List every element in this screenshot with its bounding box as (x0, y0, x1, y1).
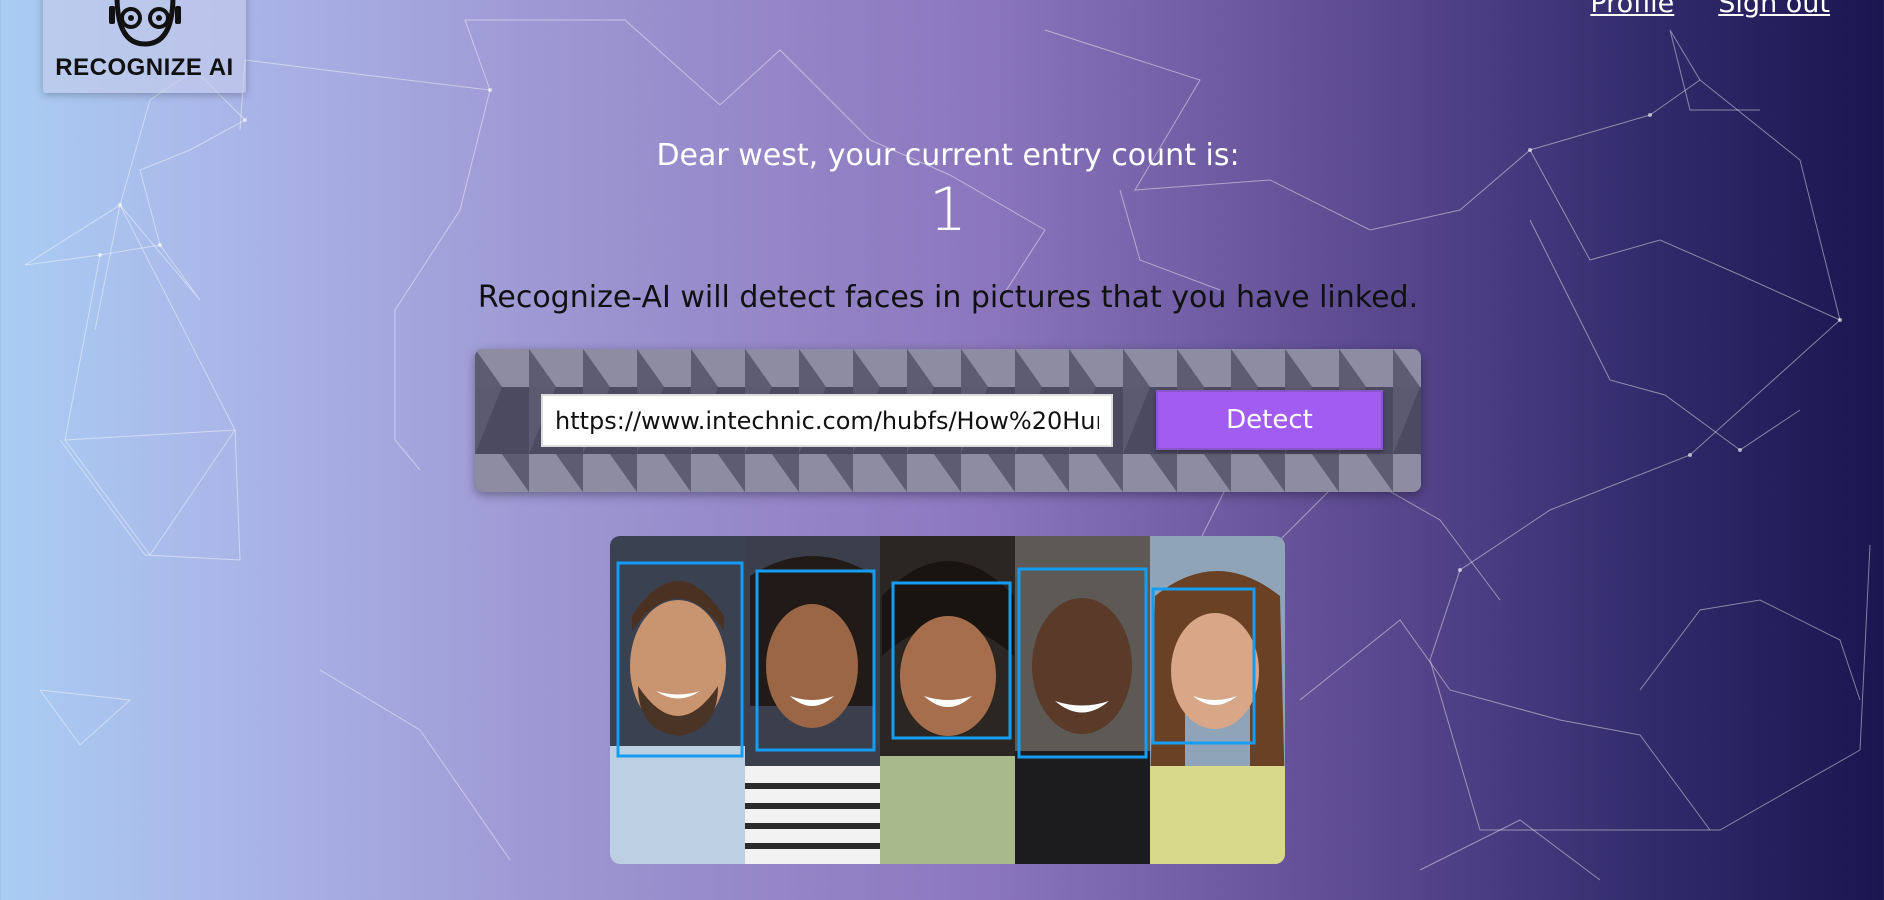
faces-photo (610, 536, 1285, 864)
robot-face-icon (108, 0, 181, 47)
greeting-text: Dear west, your current entry count is: (656, 138, 1240, 173)
detect-button[interactable]: Detect (1156, 390, 1383, 450)
description-text: Recognize-AI will detect faces in pictur… (477, 280, 1419, 315)
brand-logo[interactable]: RECOGNIZE AI (43, 0, 246, 93)
result-image (610, 536, 1285, 864)
sign-out-link[interactable]: Sign out (1718, 0, 1830, 19)
brand-name: RECOGNIZE AI (55, 54, 234, 81)
top-nav: Profile Sign out (1590, 0, 1830, 19)
url-form-panel: Detect (475, 349, 1421, 492)
image-url-input[interactable] (541, 394, 1113, 447)
profile-link[interactable]: Profile (1590, 0, 1674, 19)
entry-count: 1 (928, 175, 968, 245)
